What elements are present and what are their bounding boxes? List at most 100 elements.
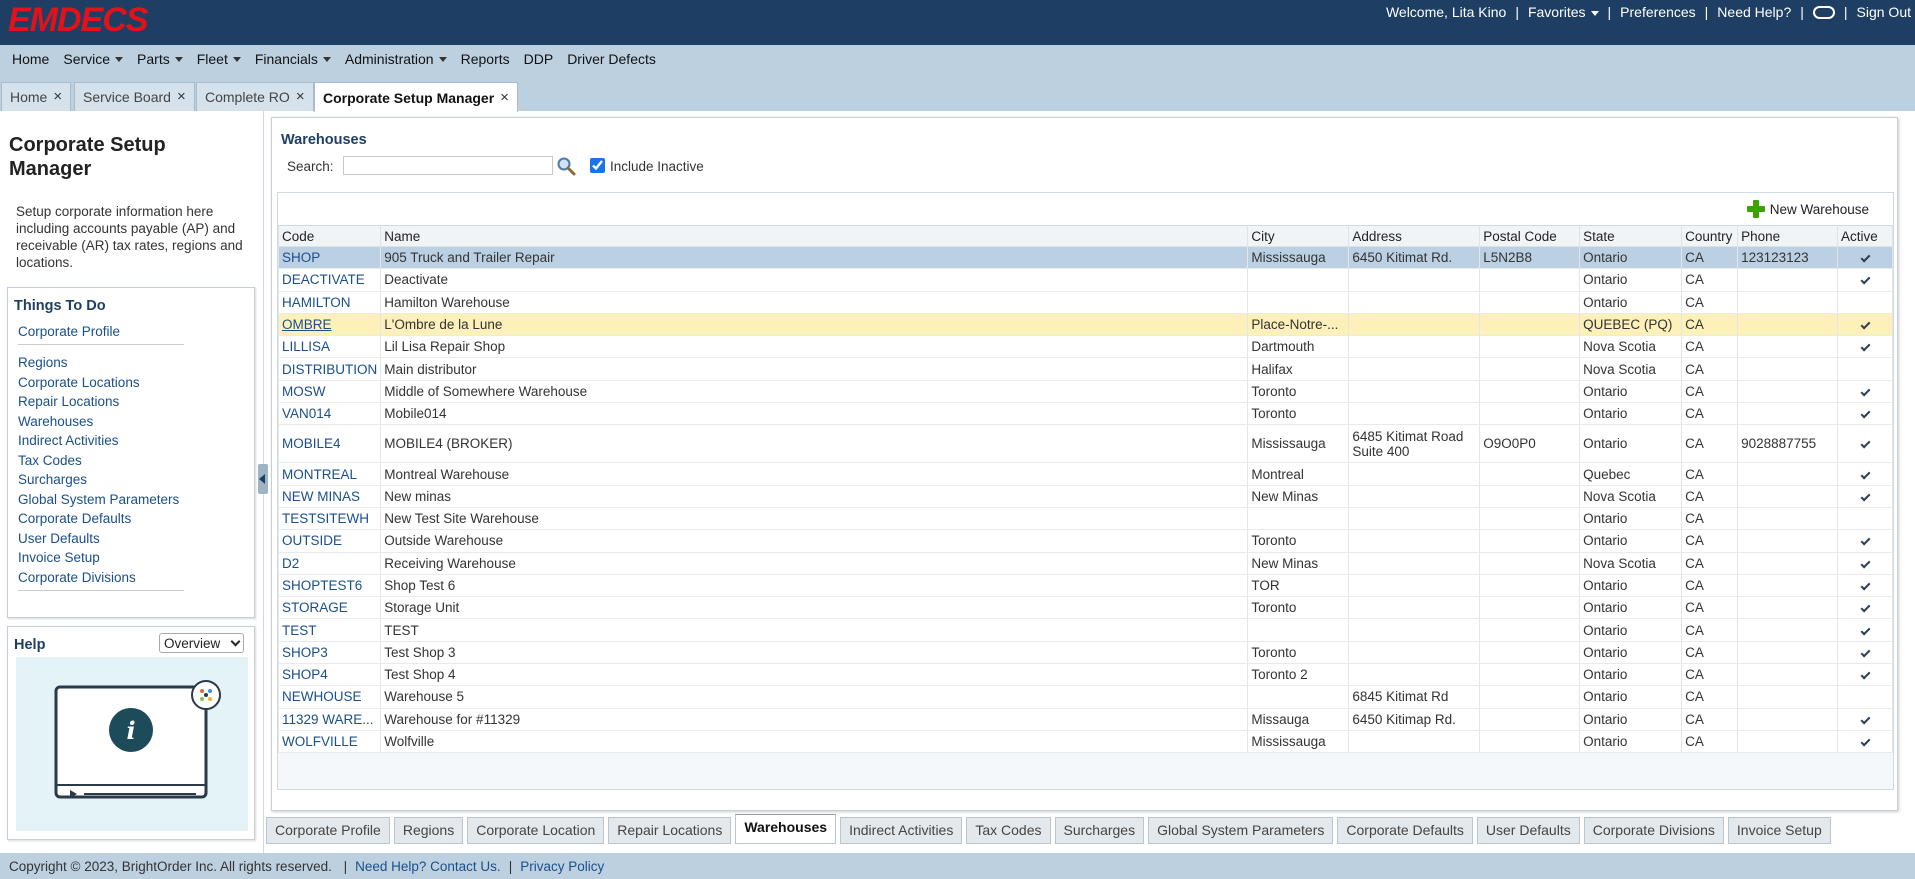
chat-icon[interactable] — [1812, 5, 1835, 19]
preferences-link[interactable]: Preferences — [1620, 4, 1695, 20]
table-row[interactable]: OUTSIDE Outside Warehouse Toronto Ontario CA — [277, 529, 1893, 553]
sidebar-item-indirect-activities[interactable]: Indirect Activities — [18, 433, 119, 448]
close-icon[interactable]: × — [296, 83, 305, 111]
cell-code[interactable]: LILLISA — [277, 335, 382, 359]
sidebar-item-repair-locations[interactable]: Repair Locations — [18, 394, 119, 409]
contact-help-link[interactable]: Need Help? Contact Us. — [355, 859, 501, 874]
cell-code[interactable]: OUTSIDE — [277, 529, 382, 553]
bottom-tab-corporate-divisions[interactable]: Corporate Divisions — [1583, 817, 1724, 844]
nav-item-administration[interactable]: Administration — [345, 51, 447, 67]
sidebar-item-invoice-setup[interactable]: Invoice Setup — [18, 550, 100, 565]
cell-code[interactable]: HAMILTON — [277, 291, 382, 314]
nav-item-reports[interactable]: Reports — [461, 51, 510, 67]
table-row[interactable]: NEWHOUSE Warehouse 5 6845 Kitimat Rd Ontari… — [277, 685, 1893, 709]
tab-home[interactable]: Home × — [1, 82, 72, 111]
table-row[interactable]: LILLISA Lil Lisa Repair Shop Dartmouth Nova… — [277, 335, 1893, 359]
table-row[interactable]: MOSW Middle of Somewhere Warehouse Toronto… — [277, 380, 1893, 404]
bottom-tab-corporate-profile[interactable]: Corporate Profile — [266, 817, 390, 844]
bottom-tab-indirect-activities[interactable]: Indirect Activities — [840, 817, 963, 844]
cell-code[interactable]: SHOP3 — [277, 641, 382, 665]
table-row[interactable]: SHOP 905 Truck and Trailer Repair Mississa… — [277, 246, 1893, 270]
favorites-menu[interactable]: Favorites — [1528, 4, 1599, 20]
table-row[interactable]: WOLFVILLE Wolfville Mississauga Ontario CA — [277, 730, 1893, 754]
sidebar-item-global-system-parameters[interactable]: Global System Parameters — [18, 492, 179, 507]
cell-code[interactable]: TEST — [277, 618, 382, 642]
sidebar-item-corporate-divisions[interactable]: Corporate Divisions — [18, 570, 136, 585]
sidebar-item-corporate-profile[interactable]: Corporate Profile — [18, 324, 120, 339]
close-icon[interactable]: × — [500, 84, 509, 112]
table-row[interactable]: SHOP3 Test Shop 3 Toronto Ontario CA — [277, 641, 1893, 665]
column-header-city[interactable]: City — [1247, 225, 1350, 247]
column-header-postal-code[interactable]: Postal Code — [1479, 225, 1581, 247]
table-row[interactable]: SHOPTEST6 Shop Test 6 TOR Ontario CA — [277, 574, 1893, 598]
column-header-phone[interactable]: Phone — [1737, 225, 1838, 247]
close-icon[interactable]: × — [53, 83, 62, 111]
sidebar-item-tax-codes[interactable]: Tax Codes — [18, 453, 82, 468]
need-help-link[interactable]: Need Help? — [1717, 4, 1791, 20]
column-header-active[interactable]: Active — [1837, 225, 1893, 247]
nav-item-driver-defects[interactable]: Driver Defects — [567, 51, 656, 67]
table-row[interactable]: TESTSITEWH New Test Site Warehouse Ontario… — [277, 507, 1893, 531]
cell-code[interactable]: MONTREAL — [277, 462, 382, 486]
include-inactive-checkbox[interactable] — [590, 158, 605, 173]
bottom-tab-repair-locations[interactable]: Repair Locations — [608, 817, 732, 844]
cell-code[interactable]: TESTSITEWH — [277, 507, 382, 531]
table-row[interactable]: HAMILTON Hamilton Warehouse Ontario CA — [277, 291, 1893, 314]
column-header-address[interactable]: Address — [1348, 225, 1481, 247]
nav-item-ddp[interactable]: DDP — [524, 51, 554, 67]
bottom-tab-warehouses[interactable]: Warehouses — [735, 814, 837, 844]
cell-code[interactable]: STORAGE — [277, 596, 382, 620]
tab-complete-ro[interactable]: Complete RO × — [196, 82, 314, 111]
nav-item-service[interactable]: Service — [63, 51, 124, 67]
cell-code[interactable]: WOLFVILLE — [277, 730, 382, 754]
cell-code[interactable]: D2 — [277, 552, 382, 575]
bottom-tab-tax-codes[interactable]: Tax Codes — [966, 817, 1051, 844]
bottom-tab-regions[interactable]: Regions — [393, 817, 464, 844]
column-header-name[interactable]: Name — [380, 225, 1249, 247]
sidebar-item-user-defaults[interactable]: User Defaults — [18, 531, 100, 546]
cell-code[interactable]: SHOPTEST6 — [277, 574, 382, 598]
table-row[interactable]: MOBILE4 MOBILE4 (BROKER) Mississauga 6485 K… — [277, 424, 1893, 464]
table-row[interactable]: MONTREAL Montreal Warehouse Montreal Quebec… — [277, 462, 1893, 486]
emdecs-logo[interactable]: EMDECS — [8, 2, 148, 38]
bottom-tab-invoice-setup[interactable]: Invoice Setup — [1727, 817, 1831, 844]
sidebar-item-warehouses[interactable]: Warehouses — [18, 414, 93, 429]
cell-code[interactable]: 11329 WARE... — [277, 708, 382, 731]
cell-code[interactable]: SHOP4 — [277, 663, 382, 687]
cell-code[interactable]: DISTRIBUTION — [277, 357, 382, 381]
cell-code[interactable]: NEWHOUSE — [277, 685, 382, 709]
cell-code[interactable]: MOBILE4 — [277, 424, 382, 464]
column-header-country[interactable]: Country — [1681, 225, 1739, 247]
privacy-policy-link[interactable]: Privacy Policy — [520, 859, 604, 874]
cell-code[interactable]: VAN014 — [277, 402, 382, 426]
column-header-code[interactable]: Code — [277, 225, 382, 247]
table-row[interactable]: DEACTIVATE Deactivate Ontario CA — [277, 268, 1893, 292]
table-row[interactable]: NEW MINAS New minas New Minas Nova Scotia CA — [277, 485, 1893, 508]
table-row[interactable]: D2 Receiving Warehouse New Minas Nova Scoti… — [277, 552, 1893, 575]
sidebar-item-corporate-locations[interactable]: Corporate Locations — [18, 375, 140, 390]
bottom-tab-global-system-parameters[interactable]: Global System Parameters — [1148, 817, 1334, 844]
bottom-tab-corporate-defaults[interactable]: Corporate Defaults — [1337, 817, 1473, 844]
collapse-sidebar-handle[interactable] — [258, 464, 268, 494]
table-row[interactable]: OMBRE L'Ombre de la Lune Place-Notre-... QU… — [277, 313, 1893, 337]
cell-code[interactable]: OMBRE — [277, 313, 382, 337]
cell-code[interactable]: MOSW — [277, 380, 382, 404]
sign-out-link[interactable]: Sign Out — [1857, 4, 1911, 20]
sidebar-item-regions[interactable]: Regions — [18, 355, 68, 370]
search-input[interactable] — [343, 156, 553, 175]
tab-service-board[interactable]: Service Board × — [74, 82, 195, 111]
cell-code[interactable]: NEW MINAS — [277, 485, 382, 508]
search-icon[interactable] — [556, 156, 576, 176]
bottom-tab-surcharges[interactable]: Surcharges — [1054, 817, 1145, 844]
bottom-tab-user-defaults[interactable]: User Defaults — [1476, 817, 1580, 844]
help-video-thumbnail[interactable]: i — [16, 657, 248, 831]
table-row[interactable]: VAN014 Mobile014 Toronto Ontario CA — [277, 402, 1893, 426]
table-row[interactable]: SHOP4 Test Shop 4 Toronto 2 Ontario CA — [277, 663, 1893, 687]
close-icon[interactable]: × — [177, 83, 186, 111]
table-row[interactable]: STORAGE Storage Unit Toronto Ontario CA — [277, 596, 1893, 620]
sidebar-item-corporate-defaults[interactable]: Corporate Defaults — [18, 511, 131, 526]
nav-item-fleet[interactable]: Fleet — [197, 51, 241, 67]
bottom-tab-corporate-location[interactable]: Corporate Location — [467, 817, 605, 844]
new-warehouse-button[interactable]: New Warehouse — [1746, 200, 1869, 218]
cell-code[interactable]: SHOP — [277, 246, 382, 270]
